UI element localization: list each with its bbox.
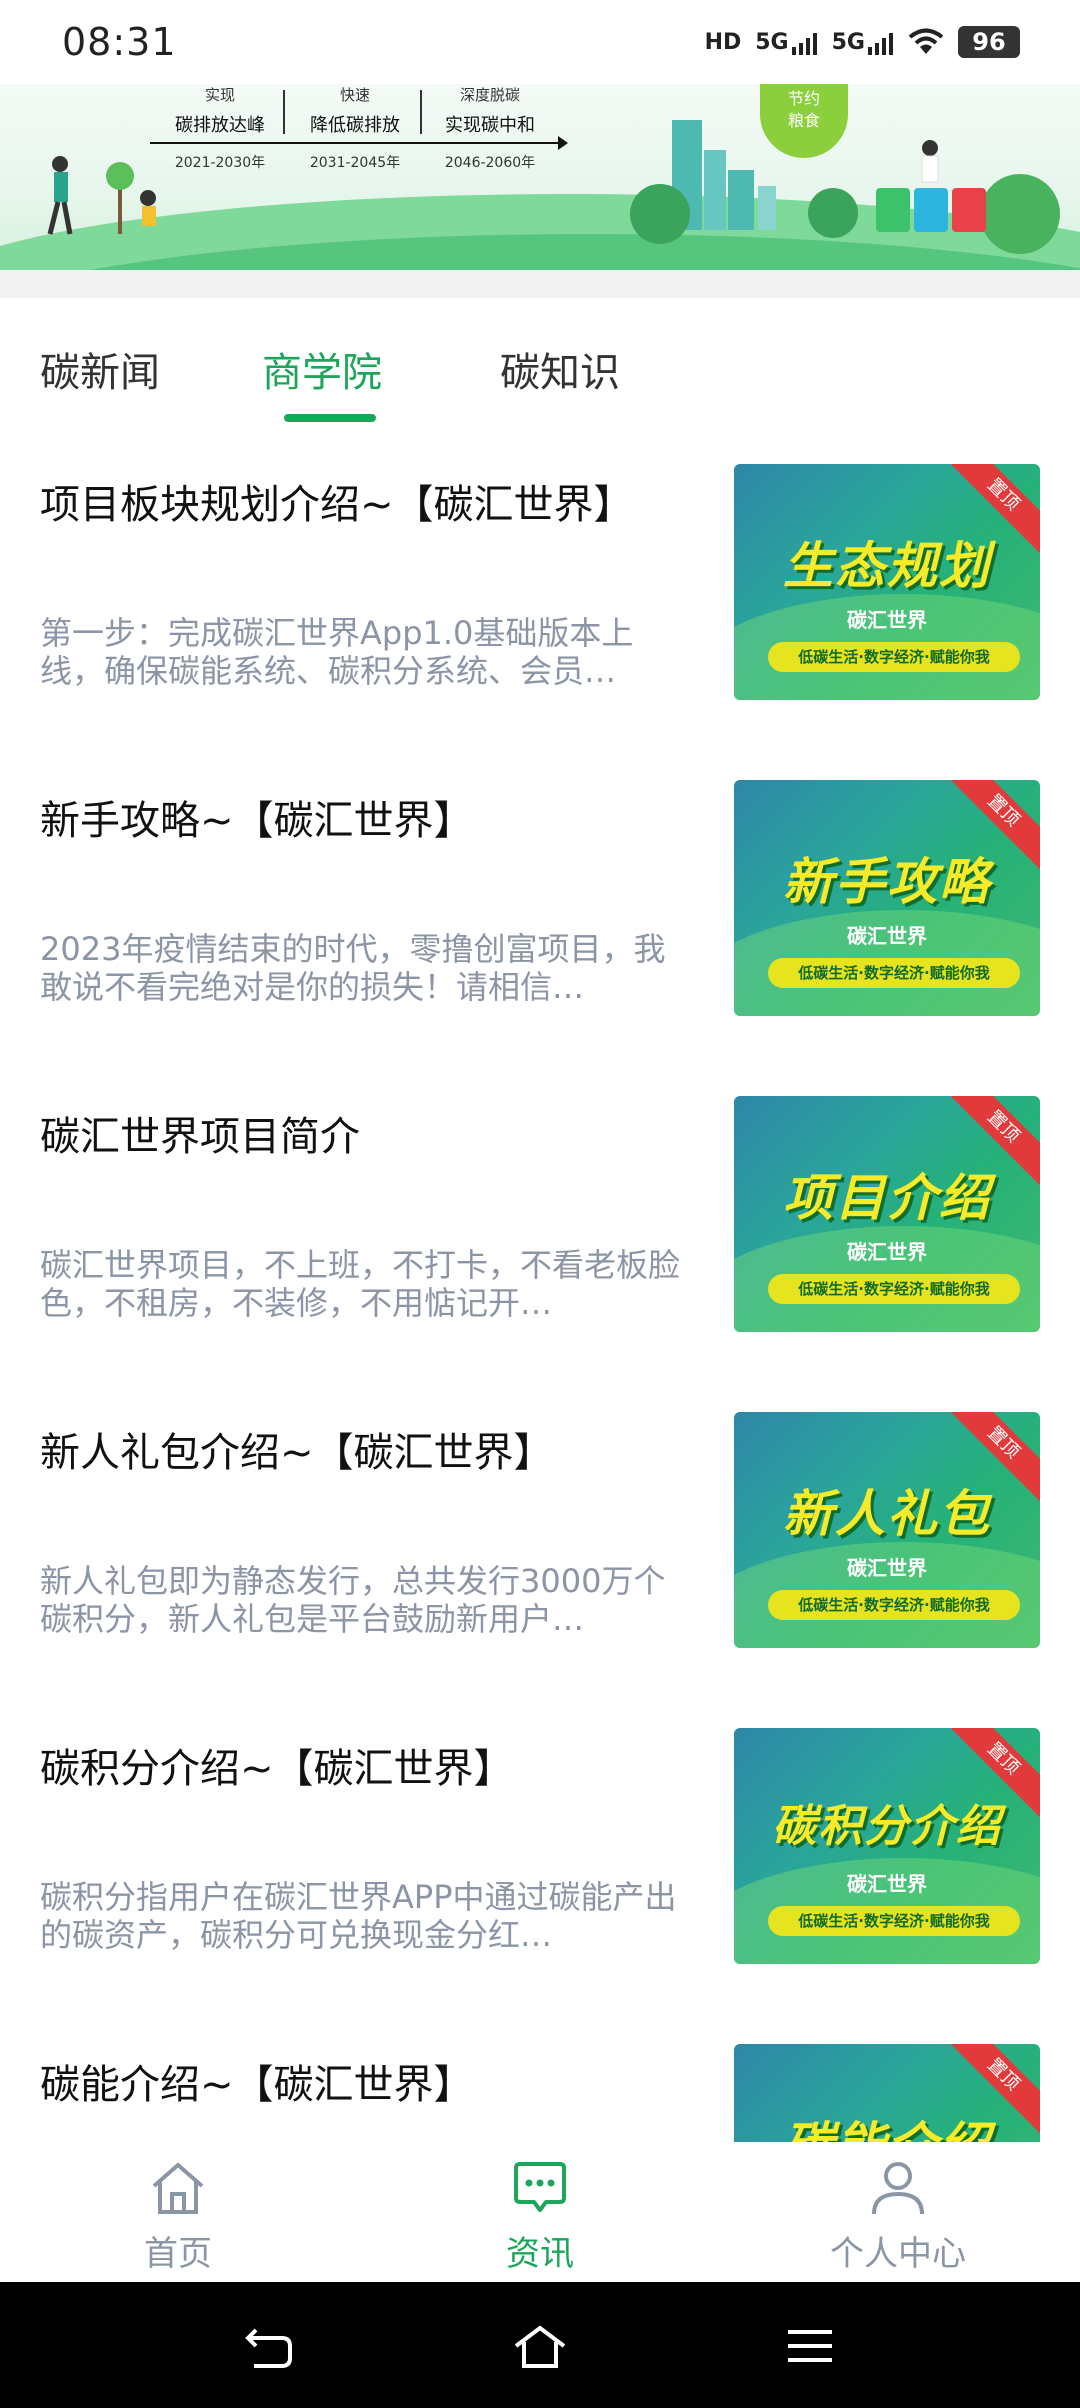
- tree: [980, 174, 1060, 254]
- article-title: 新人礼包介绍~【碳汇世界】: [40, 1430, 554, 1476]
- home-button-icon[interactable]: [510, 2322, 570, 2370]
- article-title: 碳汇世界项目简介: [40, 1114, 360, 1160]
- timeline-stage-3: 深度脱碳 实现碳中和 2046-2060年: [444, 86, 536, 171]
- recycle-bin-icon: [952, 188, 986, 232]
- recycle-bin-icon: [876, 188, 910, 232]
- hd-indicator: HD: [704, 29, 742, 55]
- active-tab-indicator: [284, 414, 376, 422]
- article-thumbnail: 置顶 碳积分介绍 碳汇世界 低碳生活·数字经济·赋能你我: [734, 1728, 1040, 1964]
- article-list[interactable]: 项目板块规划介绍~【碳汇世界】 第一步：完成碳汇世界App1.0基础版本上线，确…: [0, 430, 1080, 2142]
- battery-indicator: 96: [958, 26, 1020, 58]
- list-item[interactable]: 项目板块规划介绍~【碳汇世界】 第一步：完成碳汇世界App1.0基础版本上线，确…: [0, 430, 1080, 746]
- signal-icon: 5G: [755, 30, 817, 55]
- nav-home[interactable]: 首页: [78, 2160, 278, 2275]
- article-title: 项目板块规划介绍~【碳汇世界】: [40, 482, 634, 528]
- article-thumbnail: 置顶 碳能介绍: [734, 2044, 1040, 2142]
- article-title: 碳积分介绍~【碳汇世界】: [40, 1746, 514, 1792]
- article-summary: 新人礼包即为静态发行，总共发行3000万个碳积分，新人礼包是平台鼓励新用户…: [40, 1562, 666, 1638]
- tree: [808, 188, 858, 238]
- article-summary: 碳汇世界项目，不上班，不打卡，不看老板脸色，不租房，不装修，不用惦记开…: [40, 1246, 681, 1322]
- nav-profile[interactable]: 个人中心: [798, 2160, 998, 2275]
- thumbnail-headline: 新人礼包: [783, 1485, 991, 1543]
- banner-spacer: [0, 270, 1080, 298]
- nav-news[interactable]: 资讯: [440, 2160, 640, 2275]
- status-icons: HD 5G 5G 96: [705, 26, 1020, 58]
- bottom-navigation: 首页 资讯 个人中心: [0, 2142, 1080, 2282]
- thumbnail-headline: 碳积分介绍: [772, 1801, 1002, 1852]
- thumbnail-brand: 碳汇世界: [847, 924, 927, 948]
- save-food-badge: 节约 粮食: [760, 84, 848, 158]
- menu-icon[interactable]: [780, 2322, 840, 2370]
- thumbnail-slogan: 低碳生活·数字经济·赋能你我: [768, 958, 1020, 988]
- list-item[interactable]: 碳汇世界项目简介 碳汇世界项目，不上班，不打卡，不看老板脸色，不租房，不装修，不…: [0, 1062, 1080, 1378]
- timeline-arrow: [150, 136, 568, 150]
- thumbnail-brand: 碳汇世界: [847, 1556, 927, 1580]
- carbon-banner[interactable]: 实现 碳排放达峰 2021-2030年 快速 降低碳排放 2031-2045年 …: [0, 84, 1080, 270]
- status-time: 08:31: [62, 20, 177, 64]
- thumbnail-headline: 新手攻略: [783, 853, 991, 911]
- tab-carbon-news[interactable]: 碳新闻: [40, 340, 160, 398]
- timeline-stage-1: 实现 碳排放达峰 2021-2030年: [174, 86, 266, 171]
- list-item[interactable]: 新人礼包介绍~【碳汇世界】 新人礼包即为静态发行，总共发行3000万个碳积分，新…: [0, 1378, 1080, 1694]
- signal-icon-2: 5G: [832, 30, 894, 55]
- city-building: [704, 150, 726, 230]
- planting-people-illustration: [47, 156, 156, 235]
- city-building: [728, 170, 754, 230]
- article-thumbnail: 置顶 项目介绍 碳汇世界 低碳生活·数字经济·赋能你我: [734, 1096, 1040, 1332]
- thumbnail-headline: 项目介绍: [783, 1169, 991, 1227]
- article-title: 新手攻略~【碳汇世界】: [40, 798, 474, 844]
- thumbnail-slogan: 低碳生活·数字经济·赋能你我: [768, 1590, 1020, 1620]
- city-building: [758, 186, 776, 230]
- status-bar: 08:31 HD 5G 5G 96: [0, 0, 1080, 84]
- back-icon[interactable]: [240, 2322, 300, 2370]
- list-item[interactable]: 碳积分介绍~【碳汇世界】 碳积分指用户在碳汇世界APP中通过碳能产出的碳资产，碳…: [0, 1694, 1080, 2010]
- thumbnail-headline: 碳能介绍: [734, 2106, 1040, 2142]
- list-item[interactable]: 新手攻略~【碳汇世界】 2023年疫情结束的时代，零撸创富项目，我敢说不看完绝对…: [0, 746, 1080, 1062]
- article-thumbnail: 置顶 新人礼包 碳汇世界 低碳生活·数字经济·赋能你我: [734, 1412, 1040, 1648]
- system-navigation-bar: [0, 2282, 1080, 2408]
- tab-business-school[interactable]: 商学院: [262, 340, 382, 398]
- thumbnail-brand: 碳汇世界: [847, 608, 927, 632]
- thumbnail-slogan: 低碳生活·数字经济·赋能你我: [768, 1274, 1020, 1304]
- thumbnail-headline: 生态规划: [783, 537, 991, 595]
- category-tabs: 碳新闻 商学院 碳知识: [0, 298, 1080, 428]
- thumbnail-brand: 碳汇世界: [847, 1240, 927, 1264]
- carbon-timeline: 实现 碳排放达峰 2021-2030年 快速 降低碳排放 2031-2045年 …: [150, 84, 570, 184]
- article-summary: 第一步：完成碳汇世界App1.0基础版本上线，确保碳能系统、碳积分系统、会员…: [40, 614, 634, 690]
- article-thumbnail: 置顶 生态规划 碳汇世界 低碳生活·数字经济·赋能你我: [734, 464, 1040, 700]
- thumbnail-brand: 碳汇世界: [847, 1872, 927, 1896]
- article-thumbnail: 置顶 新手攻略 碳汇世界 低碳生活·数字经济·赋能你我: [734, 780, 1040, 1016]
- thumbnail-slogan: 低碳生活·数字经济·赋能你我: [768, 1906, 1020, 1936]
- article-summary: 2023年疫情结束的时代，零撸创富项目，我敢说不看完绝对是你的损失！请相信…: [40, 930, 666, 1006]
- person-with-bin-illustration: [921, 140, 939, 183]
- home-icon: [152, 2163, 204, 2214]
- thumbnail-slogan: 低碳生活·数字经济·赋能你我: [768, 642, 1020, 672]
- user-icon: [872, 2162, 924, 2215]
- recycle-bin-icon: [914, 188, 948, 232]
- article-summary: 碳积分指用户在碳汇世界APP中通过碳能产出的碳资产，碳积分可兑换现金分红…: [40, 1878, 677, 1954]
- tab-carbon-knowledge[interactable]: 碳知识: [500, 340, 620, 398]
- timeline-stage-2: 快速 降低碳排放 2031-2045年: [309, 86, 401, 171]
- message-icon: [514, 2162, 566, 2212]
- wifi-icon: [908, 28, 944, 54]
- article-title: 碳能介绍~【碳汇世界】: [40, 2062, 474, 2108]
- list-item[interactable]: 碳能介绍~【碳汇世界】 置顶 碳能介绍: [0, 2010, 1080, 2142]
- tree: [630, 184, 690, 244]
